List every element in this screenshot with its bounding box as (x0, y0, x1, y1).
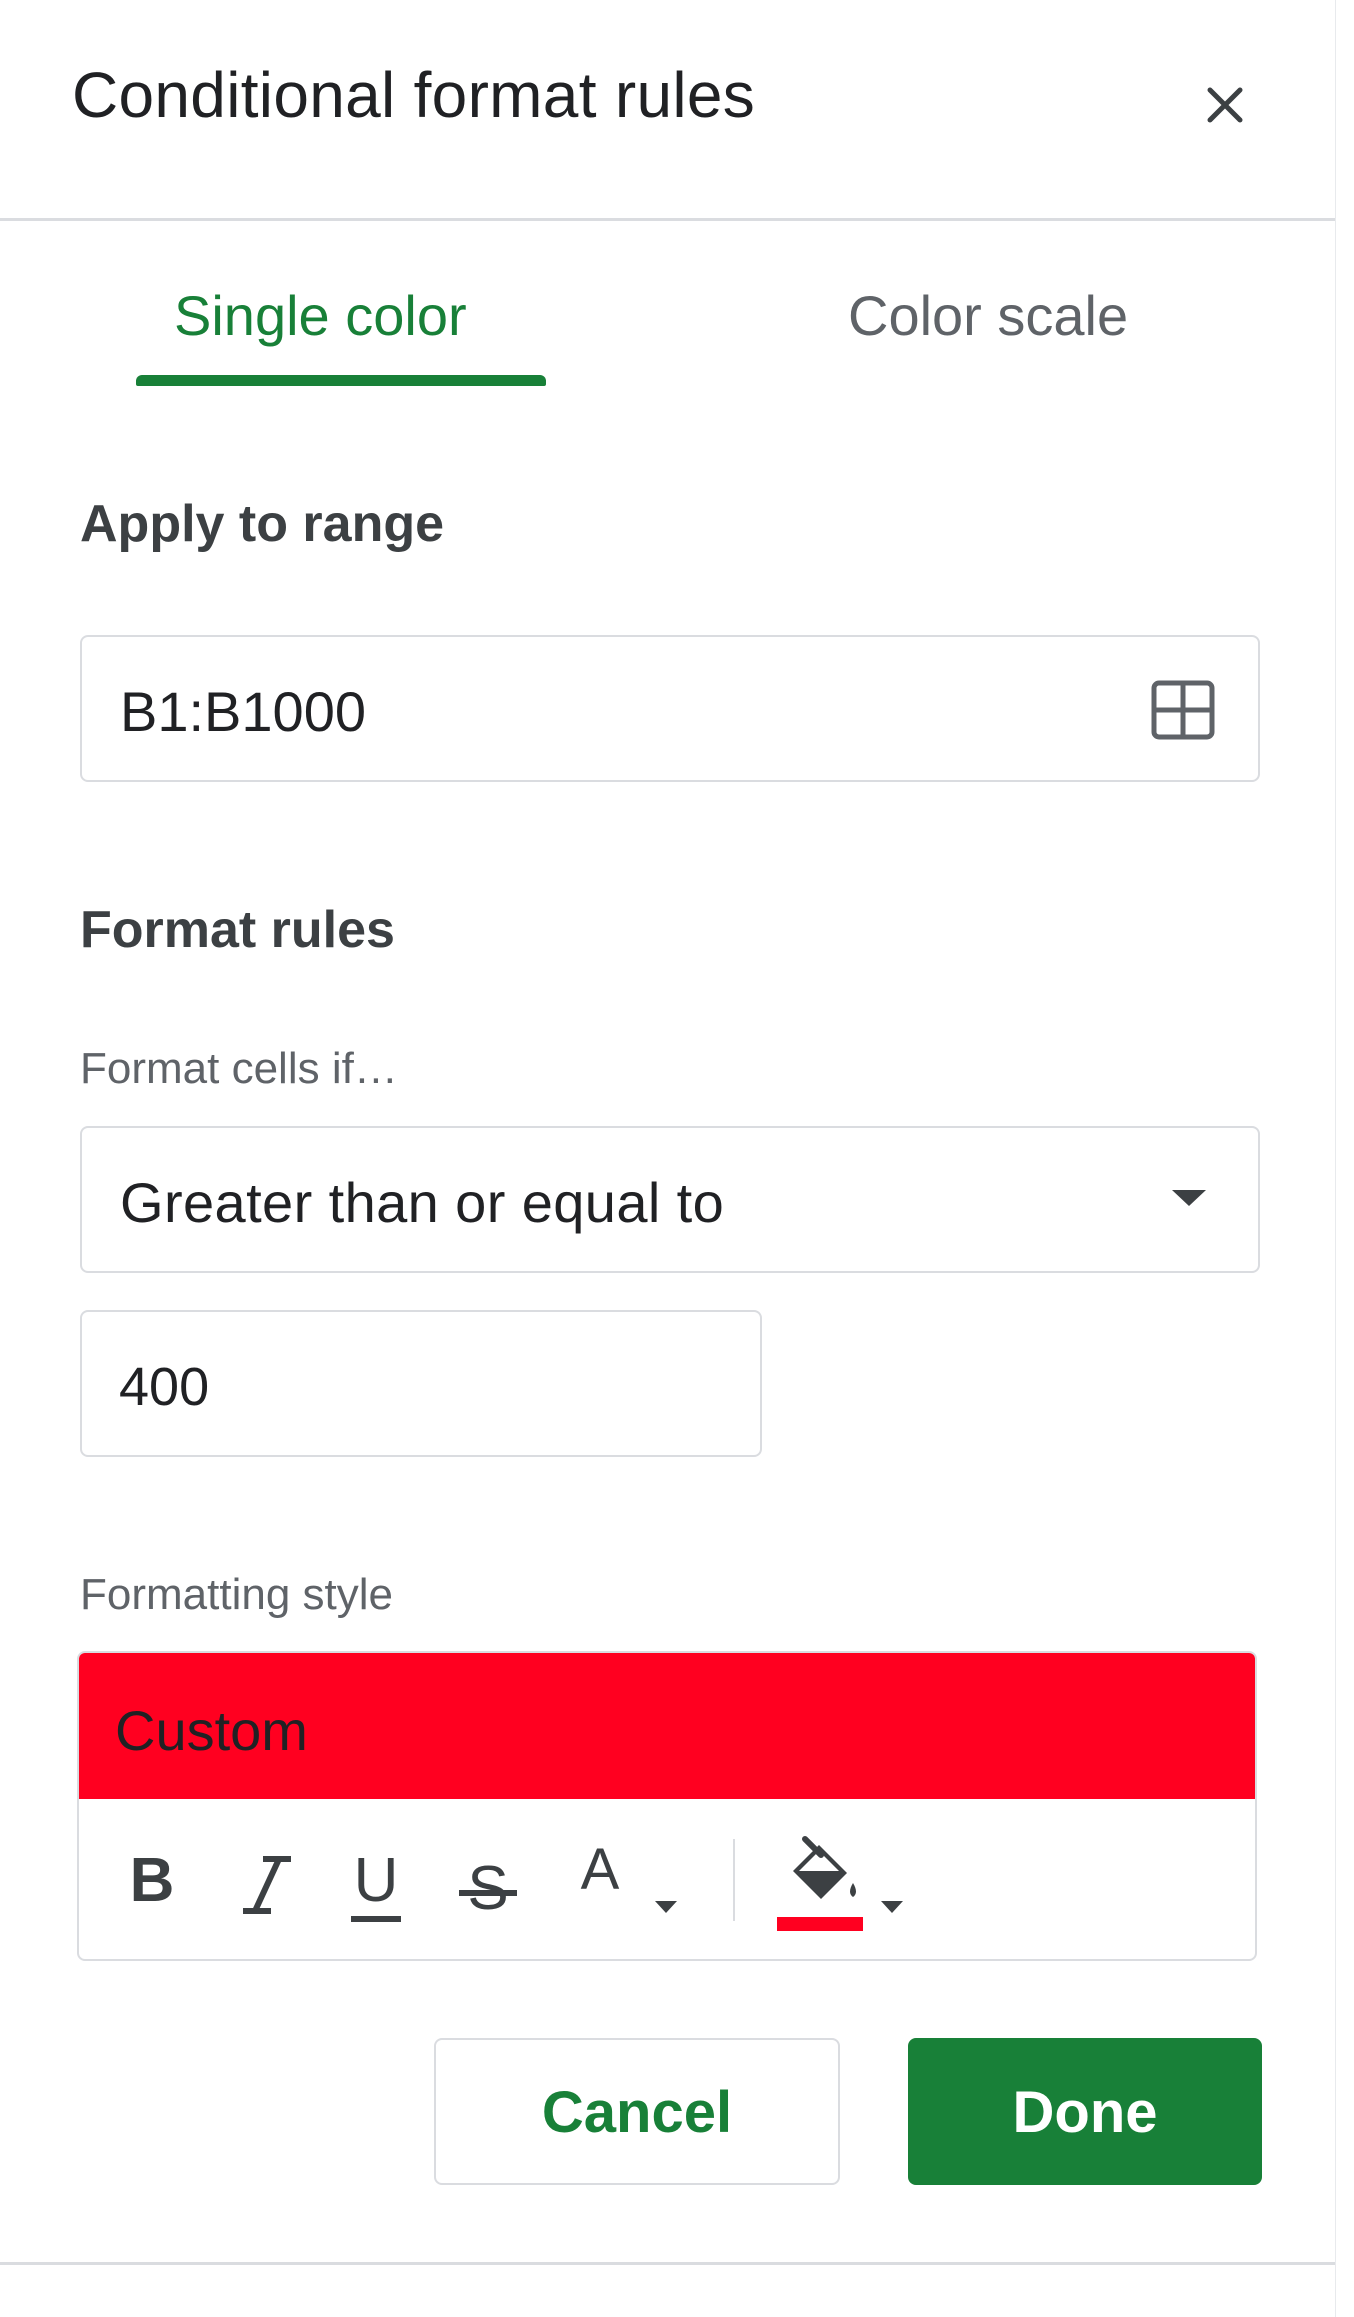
strikethrough-icon[interactable]: S (453, 1829, 523, 1929)
close-icon[interactable] (1190, 70, 1260, 140)
style-preview[interactable]: Custom (79, 1653, 1255, 1799)
italic-icon[interactable] (229, 1829, 299, 1929)
svg-text:S: S (467, 1854, 508, 1923)
active-tab-indicator (136, 375, 546, 386)
range-value[interactable]: B1:B1000 (120, 679, 366, 744)
done-button[interactable]: Done (908, 2038, 1262, 2185)
select-range-grid-icon[interactable] (1150, 677, 1216, 743)
bold-icon[interactable]: B (117, 1829, 187, 1929)
toolbar-divider (733, 1839, 735, 1921)
bottom-divider (0, 2262, 1335, 2265)
formatting-style-box: Custom B U S A (77, 1651, 1257, 1961)
cancel-button[interactable]: Cancel (434, 2038, 840, 2185)
tab-single-color[interactable]: Single color (174, 283, 467, 348)
svg-text:B: B (130, 1846, 175, 1915)
condition-value-input[interactable]: 400 (80, 1310, 762, 1457)
formatting-style-label: Formatting style (80, 1570, 393, 1619)
formatting-toolbar: B U S A (79, 1799, 1255, 1959)
conditional-format-panel: Conditional format rules Single color Co… (0, 0, 1336, 2317)
format-cells-if-label: Format cells if… (80, 1044, 398, 1093)
tab-color-scale[interactable]: Color scale (848, 283, 1128, 348)
style-preview-text: Custom (115, 1699, 308, 1762)
apply-to-range-heading: Apply to range (80, 495, 445, 553)
range-input[interactable]: B1:B1000 (80, 635, 1260, 782)
text-color-icon[interactable]: A (565, 1829, 685, 1929)
rule-type-tabs: Single color Color scale (0, 221, 1335, 391)
svg-text:A: A (581, 1837, 620, 1902)
panel-title: Conditional format rules (72, 59, 756, 131)
svg-text:U: U (354, 1846, 399, 1915)
condition-value-text[interactable]: 400 (119, 1356, 209, 1418)
chevron-down-icon (1172, 1190, 1206, 1206)
condition-value: Greater than or equal to (120, 1171, 725, 1234)
condition-dropdown[interactable]: Greater than or equal to (80, 1126, 1260, 1273)
panel-header: Conditional format rules (0, 0, 1335, 221)
format-rules-heading: Format rules (80, 901, 395, 959)
fill-color-icon[interactable] (769, 1829, 919, 1931)
underline-icon[interactable]: U (341, 1829, 411, 1929)
